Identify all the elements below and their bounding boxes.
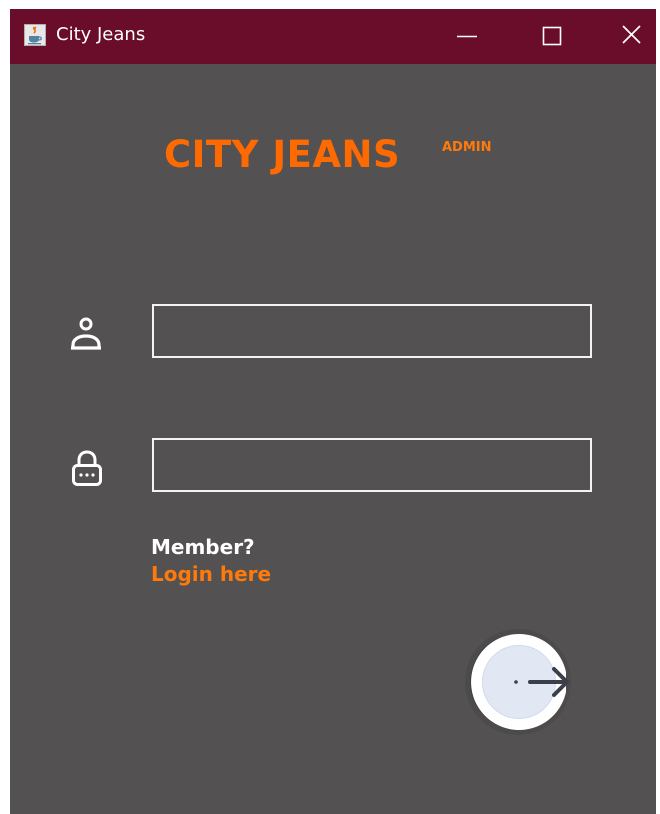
login-link[interactable]: Login here [151,561,271,587]
maximize-button[interactable] [524,9,582,64]
user-icon [71,317,101,350]
close-button[interactable] [606,9,656,64]
username-input[interactable] [152,304,592,358]
login-arrow-icon [465,629,571,735]
member-prompt: Member? [151,535,255,559]
brand-admin-label: ADMIN [442,140,492,155]
maximize-icon [542,26,562,46]
password-input[interactable] [152,438,592,492]
java-cup-icon [24,24,46,46]
close-icon [622,25,641,44]
submit-login-button[interactable] [463,626,575,738]
login-window: City Jeans CITY JEANS ADMIN Member? Logi… [10,9,656,814]
brand-logo: CITY JEANS [164,133,401,176]
minimize-button[interactable] [438,9,496,64]
window-title: City Jeans [56,24,146,45]
lock-icon [72,450,102,486]
minimize-icon [457,35,477,38]
title-bar[interactable]: City Jeans [10,9,656,64]
